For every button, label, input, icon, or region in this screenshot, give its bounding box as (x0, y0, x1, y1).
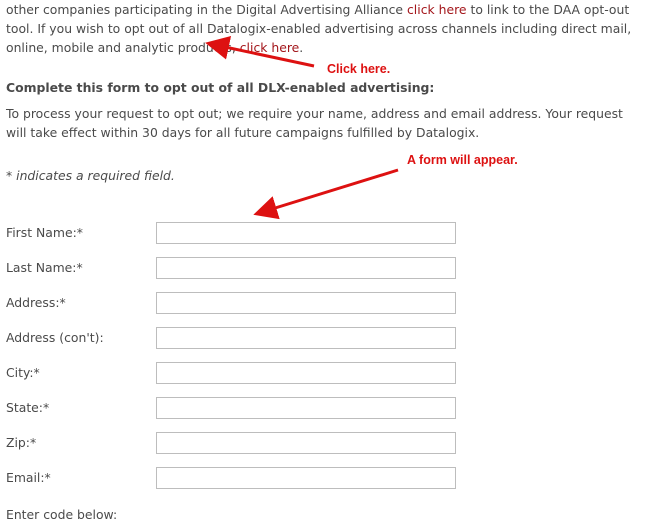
click-here-annotation: Click here. (327, 62, 391, 76)
annotation-arrows (205, 36, 399, 220)
form-appear-arrow (253, 168, 399, 220)
click-here-arrow (205, 36, 315, 68)
form-appear-annotation: A form will appear. (407, 153, 518, 167)
